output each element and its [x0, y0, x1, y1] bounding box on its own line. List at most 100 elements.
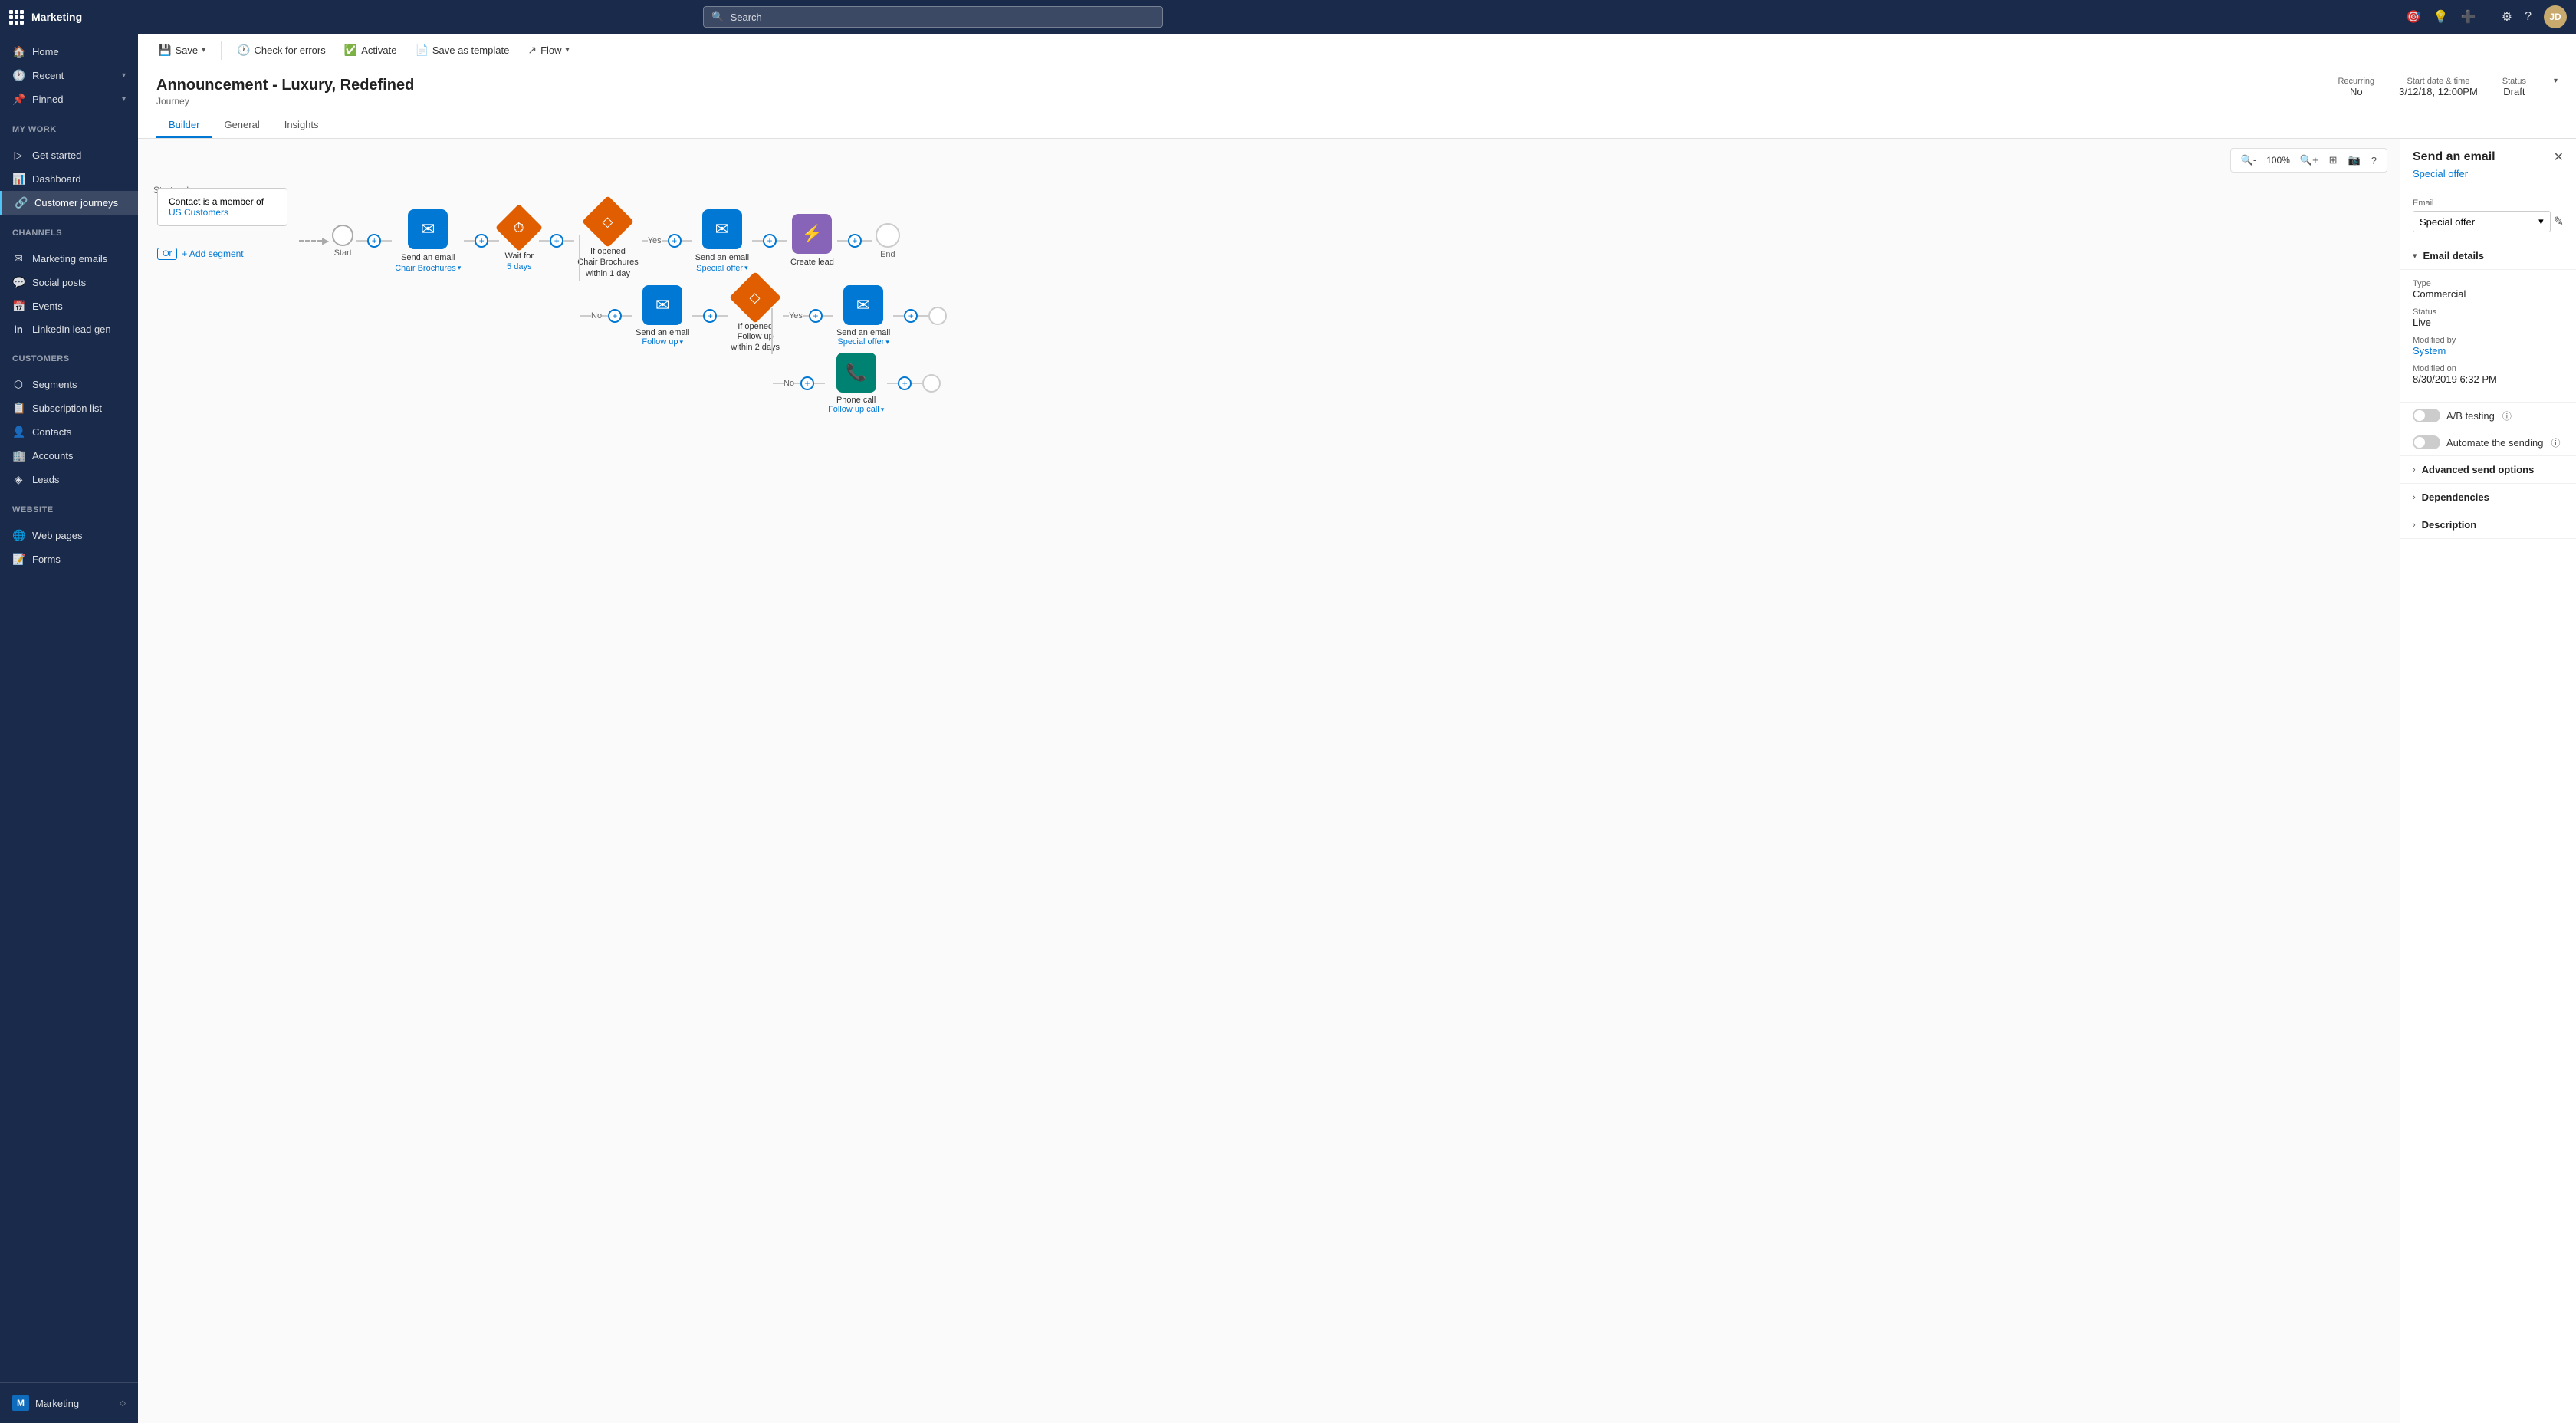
settings-icon[interactable]: ⚙	[2502, 9, 2512, 25]
segments-icon: ⬡	[12, 378, 25, 391]
node-send-email-1[interactable]: ✉ Send an email Chair Brochures ▾	[395, 209, 461, 272]
ab-testing-toggle[interactable]	[2413, 409, 2440, 422]
sidebar-item-forms[interactable]: 📝 Forms	[0, 547, 138, 571]
screenshot-button[interactable]: 📷	[2344, 152, 2364, 169]
flow-chevron[interactable]: ▾	[566, 46, 570, 54]
add-node-end2[interactable]: +	[904, 309, 918, 323]
tab-general[interactable]: General	[212, 113, 271, 138]
add-node-yes-2[interactable]: +	[809, 309, 823, 323]
avatar[interactable]: JD	[2544, 5, 2567, 28]
sidebar-item-web-pages[interactable]: 🌐 Web pages	[0, 524, 138, 547]
or-badge: Or	[157, 248, 177, 260]
email-edit-icon[interactable]: ✎	[2554, 214, 2564, 229]
description-chevron: ›	[2413, 521, 2416, 530]
add-node-4[interactable]: +	[668, 234, 682, 248]
sidebar-item-marketing-emails[interactable]: ✉ Marketing emails	[0, 247, 138, 271]
lightbulb-icon[interactable]: 💡	[2433, 9, 2449, 25]
sidebar-item-get-started[interactable]: ▷ Get started	[0, 143, 138, 167]
automate-toggle-thumb	[2414, 437, 2425, 448]
canvas-toolbar: 🔍- 100% 🔍+ ⊞ 📷 ?	[2230, 148, 2387, 173]
save-template-button[interactable]: 📄 Save as template	[407, 40, 517, 61]
save-button[interactable]: 💾 Save ▾	[150, 40, 213, 61]
end-label: End	[880, 250, 895, 259]
sidebar-item-contacts[interactable]: 👤 Contacts	[0, 420, 138, 444]
sidebar-item-recent[interactable]: 🕐 Recent ▾	[0, 64, 138, 87]
sidebar-bottom-app[interactable]: M Marketing ◇	[0, 1389, 138, 1417]
email-node-4-sublabel[interactable]: Special offer ▾	[837, 337, 889, 347]
dependencies-expandable[interactable]: › Dependencies	[2400, 484, 2576, 511]
waffle-icon[interactable]	[9, 10, 24, 25]
fit-screen-button[interactable]: ⊞	[2325, 152, 2341, 169]
dashed-connector-1	[299, 240, 322, 242]
automate-toggle[interactable]	[2413, 435, 2440, 449]
meta-expand-chevron[interactable]: ▾	[2554, 77, 2558, 85]
check-errors-button[interactable]: 🕐 Check for errors	[229, 40, 334, 61]
check-icon: 🕐	[237, 44, 250, 57]
add-node-no-2[interactable]: +	[703, 309, 717, 323]
node-send-email-3[interactable]: ✉ Send an email Follow up ▾	[636, 285, 689, 347]
email-select[interactable]: Special offer ▾	[2413, 211, 2551, 232]
sidebar-item-dashboard[interactable]: 📊 Dashboard	[0, 167, 138, 191]
sidebar-item-customer-journeys[interactable]: 🔗 Customer journeys	[0, 191, 138, 215]
add-segment-btn[interactable]: + Add segment	[182, 248, 243, 259]
add-node-no-1[interactable]: +	[608, 309, 622, 323]
sidebar-item-events[interactable]: 📅 Events	[0, 294, 138, 318]
add-node-no-3[interactable]: +	[800, 376, 814, 390]
add-node-2[interactable]: +	[475, 234, 488, 248]
advanced-expandable[interactable]: › Advanced send options	[2400, 456, 2576, 484]
node-send-email-2[interactable]: ✉ Send an email Special offer ▾	[695, 209, 749, 272]
search-bar[interactable]: 🔍 Search	[703, 6, 1163, 28]
ab-info-icon[interactable]: ⓘ	[2502, 409, 2512, 422]
activate-button[interactable]: ✅ Activate	[337, 40, 405, 61]
help-icon[interactable]: ?	[2525, 10, 2532, 24]
email-details-expandable[interactable]: ▾ Email details	[2400, 242, 2576, 270]
main-container: 🏠 Get started Home 🕐 Recent ▾ 📌 Pinned ▾…	[0, 34, 2576, 1423]
save-chevron[interactable]: ▾	[202, 46, 205, 54]
type-row: Type Commercial	[2413, 279, 2564, 300]
add-icon[interactable]: ➕	[2461, 9, 2476, 25]
add-node-end3[interactable]: +	[898, 376, 912, 390]
node-create-lead[interactable]: ⚡ Create lead	[790, 214, 834, 268]
help-canvas-button[interactable]: ?	[2367, 153, 2380, 169]
node-phone-call[interactable]: 📞 Phone call Follow up call ▾	[828, 353, 884, 414]
start-node: Start	[332, 225, 353, 258]
segment-link[interactable]: US Customers	[169, 207, 228, 218]
add-node-1[interactable]: +	[367, 234, 381, 248]
forms-icon: 📝	[12, 553, 25, 566]
node-wait-for[interactable]: ⏱ Wait for 5 days	[502, 211, 536, 271]
add-node-3[interactable]: +	[550, 234, 564, 248]
description-expandable[interactable]: › Description	[2400, 511, 2576, 539]
connector-2-3: +	[539, 234, 574, 248]
status-row: Status Live	[2413, 307, 2564, 328]
flow-button[interactable]: ↗ Flow ▾	[520, 40, 577, 61]
feedback-icon[interactable]: 🎯	[2406, 9, 2421, 25]
sidebar-item-home[interactable]: 🏠 Get started Home	[0, 40, 138, 64]
sidebar-item-accounts[interactable]: 🏢 Accounts	[0, 444, 138, 468]
add-node-end[interactable]: +	[848, 234, 862, 248]
email-node-3-sublabel[interactable]: Follow up ▾	[642, 337, 683, 347]
zoom-out-button[interactable]: 🔍-	[2237, 152, 2261, 169]
sidebar-item-pinned[interactable]: 📌 Pinned ▾	[0, 87, 138, 111]
automate-info-icon[interactable]: ⓘ	[2551, 436, 2560, 449]
phone-call-sublabel[interactable]: Follow up call ▾	[828, 405, 884, 414]
automate-row: Automate the sending ⓘ	[2400, 429, 2576, 456]
email-node-1-sublabel[interactable]: Chair Brochures ▾	[395, 264, 461, 273]
sidebar-item-linkedin[interactable]: in LinkedIn lead gen	[0, 318, 138, 340]
zoom-level: 100%	[2263, 155, 2293, 166]
no-label-2: No	[784, 379, 794, 388]
modified-by-value[interactable]: System	[2413, 345, 2564, 357]
tab-builder[interactable]: Builder	[156, 113, 212, 138]
sidebar-item-social-posts[interactable]: 💬 Social posts	[0, 271, 138, 294]
sidebar-item-subscription[interactable]: 📋 Subscription list	[0, 396, 138, 420]
accounts-icon: 🏢	[12, 449, 25, 462]
email-node-2-sublabel[interactable]: Special offer ▾	[696, 264, 748, 273]
sidebar-item-leads[interactable]: ◈ Leads	[0, 468, 138, 491]
panel-subtitle[interactable]: Special offer	[2400, 168, 2576, 189]
node-if-opened-1[interactable]: ◇ If opened Chair Brochureswithin 1 day	[577, 203, 638, 279]
sidebar-item-segments[interactable]: ⬡ Segments	[0, 373, 138, 396]
tab-insights[interactable]: Insights	[272, 113, 331, 138]
zoom-in-button[interactable]: 🔍+	[2296, 152, 2322, 169]
add-node-5[interactable]: +	[763, 234, 777, 248]
panel-close-button[interactable]: ✕	[2554, 150, 2564, 165]
node-send-email-4[interactable]: ✉ Send an email Special offer ▾	[836, 285, 890, 347]
